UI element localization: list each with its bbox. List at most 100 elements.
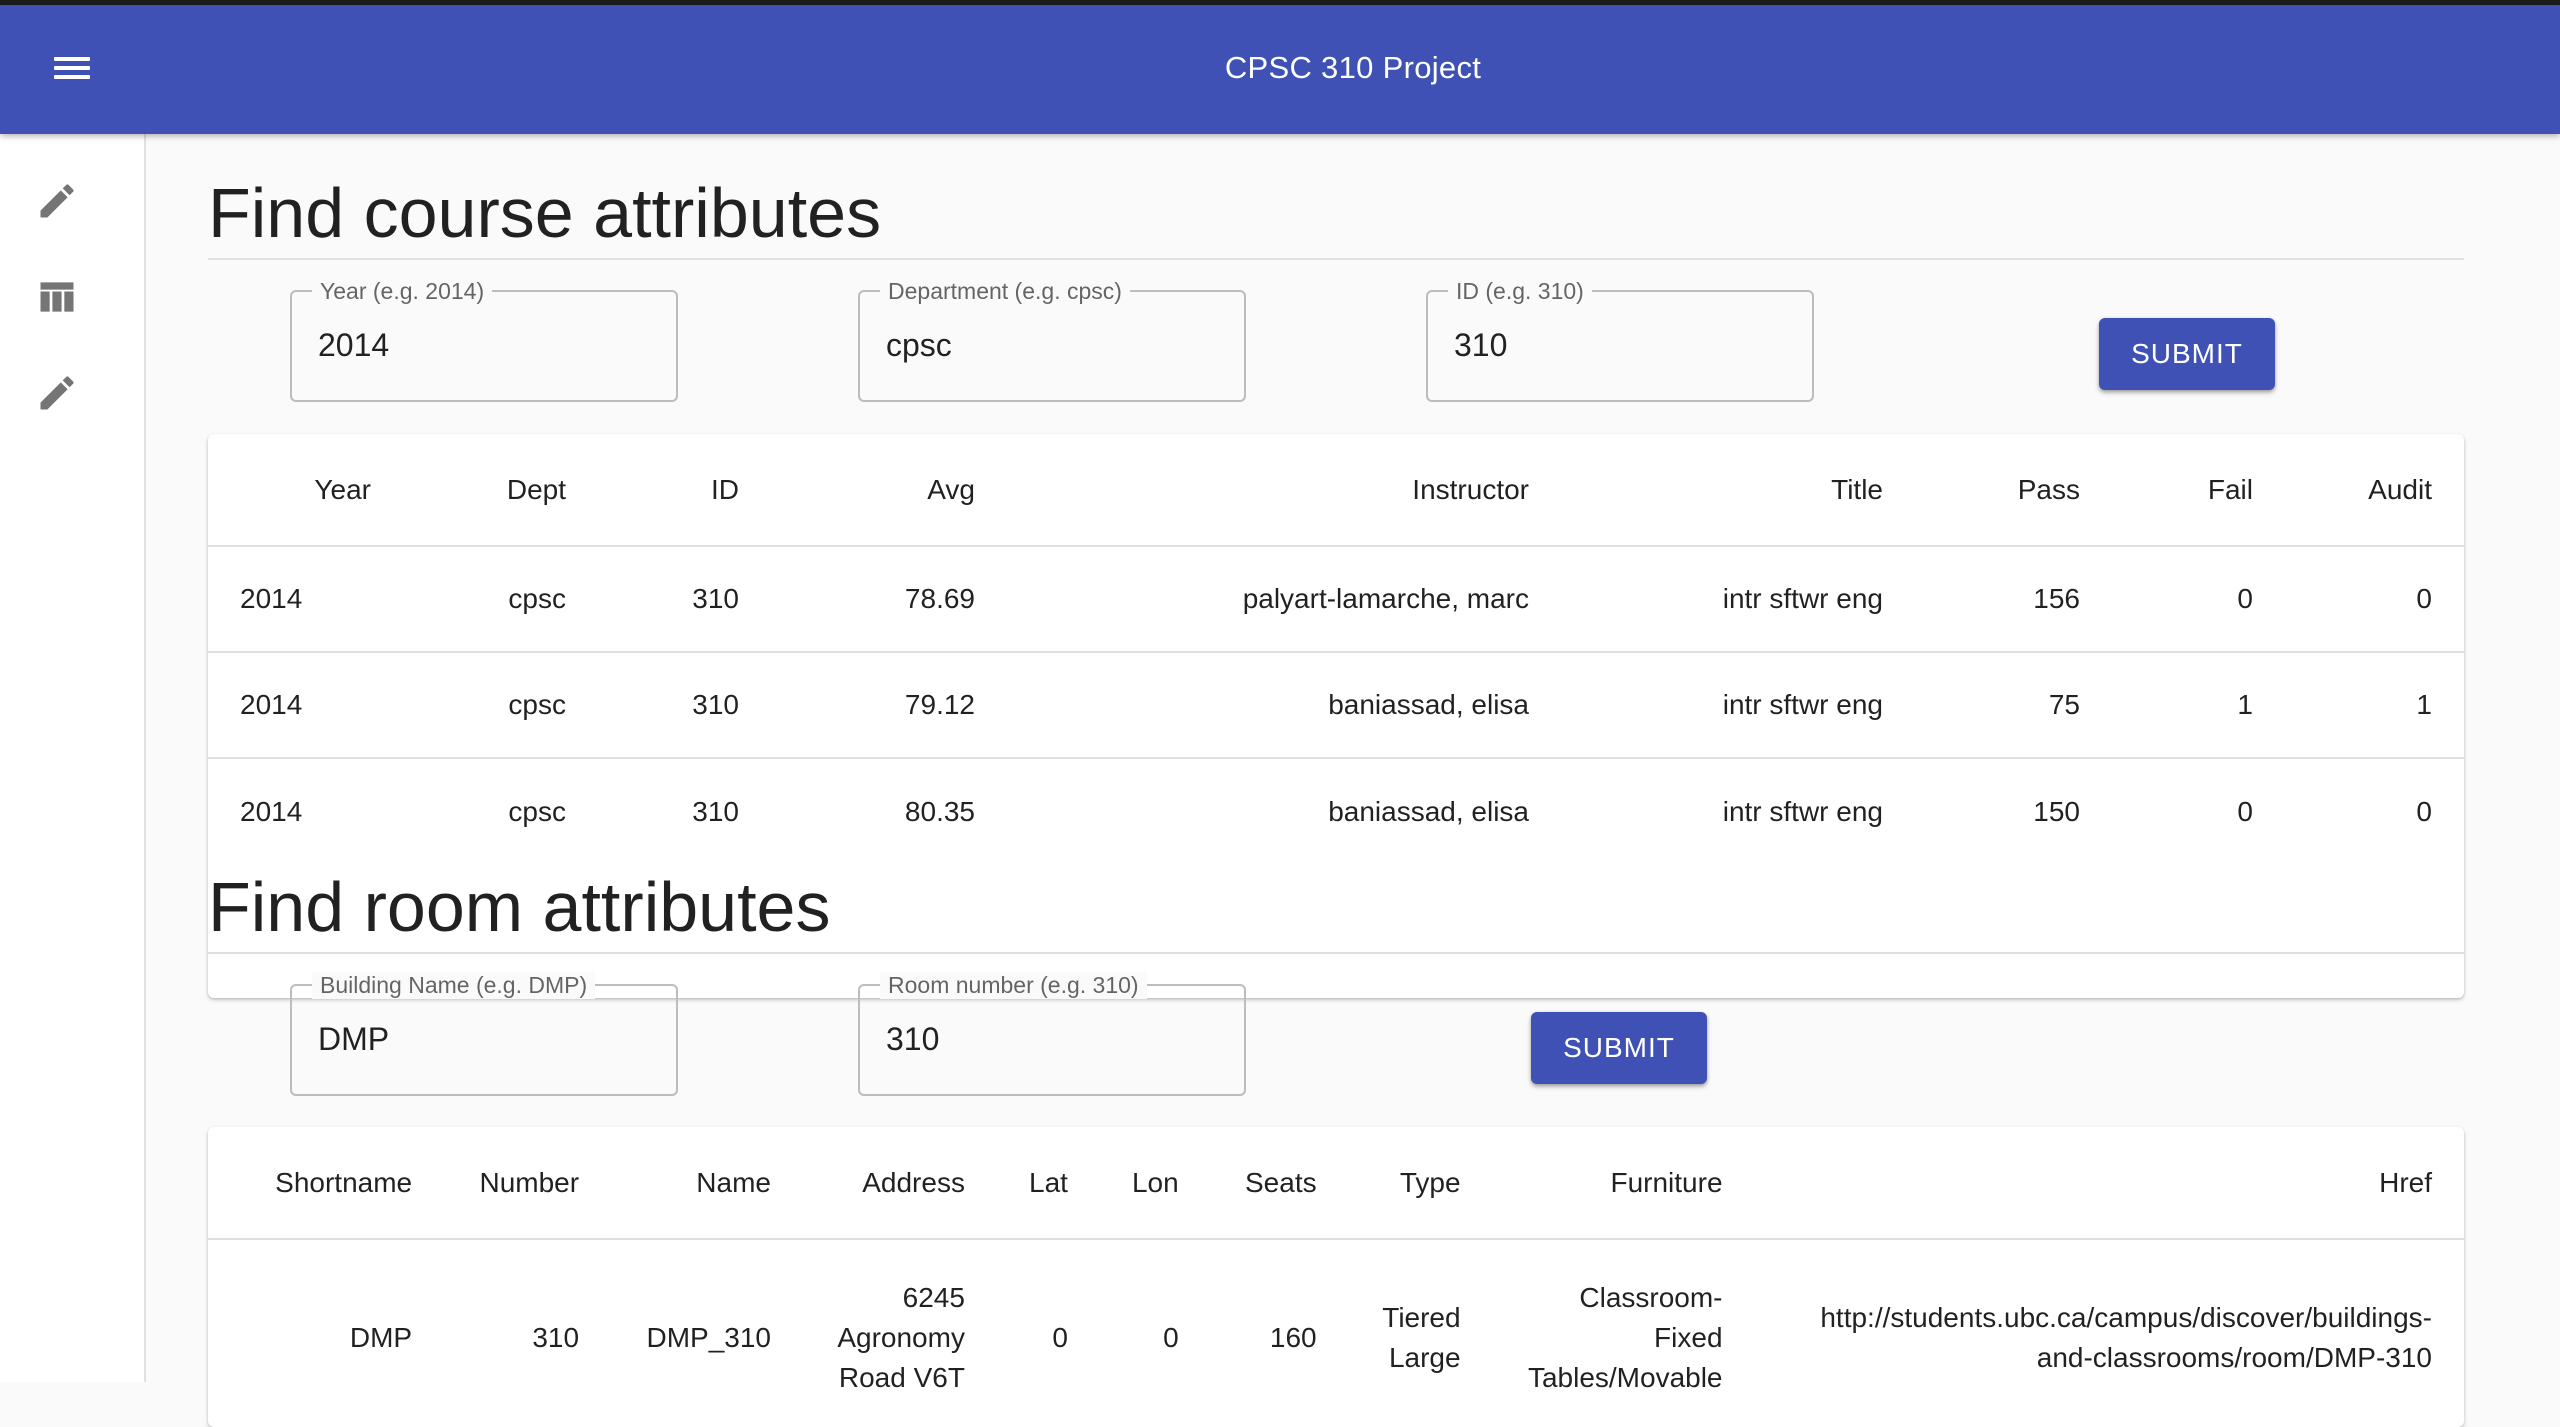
column-header[interactable]: Href [1754,1127,2464,1240]
table-row: 2014 cpsc 310 80.35 baniassad, elisa int… [208,758,2464,864]
building-name-field[interactable]: Building Name (e.g. DMP) [290,972,678,1096]
column-header[interactable]: Fail [2112,434,2285,547]
type-line: Tiered [1382,1302,1461,1333]
table-cell: 0 [1163,1322,1179,1353]
department-input[interactable] [886,322,1216,368]
column-header[interactable]: Dept [403,434,598,547]
pencil-icon[interactable] [30,174,84,228]
table-cell: baniassad, elisa [1328,795,1529,827]
table-cell: 1 [2112,652,2285,759]
year-field[interactable]: Year (e.g. 2014) [290,278,678,402]
column-header[interactable]: ID [598,434,771,547]
table-cell: cpsc [403,546,598,653]
column-header[interactable]: Seats [1210,1127,1349,1240]
table-cell: intr sftwr eng [1722,795,1883,827]
column-header[interactable]: Year [208,434,403,547]
table-cell: http://students.ubc.ca/campus/discover/b… [1755,1239,2464,1427]
table-cell: cpsc [403,652,598,759]
table-cell: 150 [2033,795,2080,827]
table-cell: cpsc [508,795,566,827]
room-number-field-label: Room number (e.g. 310) [880,972,1147,999]
department-field-label: Department (e.g. cpsc) [880,278,1130,305]
side-drawer [0,134,146,1382]
table-cell: 0 [1052,1322,1068,1353]
table-cell: er [208,1239,237,1427]
column-header[interactable]: Title [1561,434,1915,547]
id-field[interactable]: ID (e.g. 310) [1426,278,1814,402]
column-header[interactable]: Lon [1099,1127,1211,1240]
table-cell: 0 [2285,546,2464,653]
table-cell: 1 [2285,652,2464,759]
building-name-input[interactable] [318,1016,648,1062]
building-name-field-label: Building Name (e.g. DMP) [312,972,596,999]
table-cell: Classroom- Fixed Tables/Movable [1493,1239,1755,1427]
table-cell: 6245 Agronomy Road V6T [803,1239,997,1427]
table-cell: 78.69 [771,546,1007,653]
table-cell: baniassad, elisa [1007,652,1561,759]
table-row: 2014 cpsc 310 79.12 baniassad, elisa int… [208,652,2464,759]
table-cell: Tiered Large [1349,1239,1493,1427]
column-header[interactable]: Furniture [1492,1127,1755,1240]
course-section-title: Find course attributes [208,178,2464,260]
address-line: Agronomy [837,1322,965,1353]
table-cell: 79.12 [771,652,1007,759]
table-cell: DMP [349,1322,413,1353]
table-row: er DMP 310 DMP_310 6245 Agronomy Road V6… [208,1239,2464,1427]
room-section-title: Find room attributes [208,872,2464,954]
table-cell: DMP_310 [646,1322,771,1353]
table-cell: 0 [2237,795,2253,827]
year-input[interactable] [318,322,648,368]
column-header[interactable]: ne [208,1127,238,1240]
column-header[interactable]: Instructor [1007,434,1561,547]
year-field-label: Year (e.g. 2014) [312,278,493,305]
table-cell: intr sftwr eng [1561,652,1915,759]
table-cell: 80.35 [904,795,975,827]
table-cell: 310 [692,795,739,827]
href-line: and-classrooms/room/DMP-310 [2036,1342,2432,1373]
column-header[interactable]: Number [444,1127,612,1240]
href-line: http://students.ubc.ca/campus/discover/b… [1820,1302,2432,1333]
department-field[interactable]: Department (e.g. cpsc) [858,278,1246,402]
pencil-icon[interactable] [30,366,84,420]
id-input[interactable] [1454,322,1784,368]
furniture-line: Tables/Movable [1527,1362,1723,1393]
table-cell: 0 [2416,795,2432,827]
table-header-row: ne Shortname Number Name Address Lat Lon… [208,1127,2464,1240]
column-header[interactable]: Audit [2285,434,2464,547]
course-submit-button[interactable]: SUBMIT [2099,318,2275,390]
address-line: Road V6T [838,1362,965,1393]
column-header[interactable]: Avg [771,434,1007,547]
address-line: 6245 [902,1282,965,1313]
column-header[interactable]: Name [611,1127,803,1240]
table-icon[interactable] [30,270,84,324]
table-cell: 2014 [240,795,303,827]
type-line: Large [1388,1342,1461,1373]
table-cell: 310 [598,652,771,759]
table-cell: 0 [2112,546,2285,653]
furniture-line: Fixed [1654,1322,1723,1353]
furniture-line: Classroom- [1579,1282,1723,1313]
room-results-table[interactable]: ne Shortname Number Name Address Lat Lon… [208,1127,2464,1427]
table-cell: 156 [1915,546,2112,653]
column-header[interactable]: Type [1348,1127,1493,1240]
column-header[interactable]: Lat [996,1127,1100,1240]
app-bar: CPSC 310 Project [0,5,2560,134]
room-submit-button[interactable]: SUBMIT [1531,1012,1707,1084]
app-title: CPSC 310 Project [1224,50,1482,85]
table-cell: 75 [1915,652,2112,759]
column-header[interactable]: Pass [1915,434,2112,547]
table-cell: 2014 [208,652,403,759]
table-cell: intr sftwr eng [1561,546,1915,653]
table-header-row: Year Dept ID Avg Instructor Title Pass F… [208,434,2464,547]
table-cell: 310 [532,1322,580,1353]
column-header[interactable]: Address [803,1127,997,1240]
table-cell: 310 [598,546,771,653]
table-cell: 160 [1269,1322,1317,1353]
id-field-label: ID (e.g. 310) [1448,278,1592,305]
room-table-scroll[interactable]: ne Shortname Number Name Address Lat Lon… [208,1127,2464,1427]
table-cell: 2014 [208,546,403,653]
room-number-input[interactable] [886,1016,1216,1062]
room-number-field[interactable]: Room number (e.g. 310) [858,972,1246,1096]
table-cell: palyart-lamarche, marc [1007,546,1561,653]
column-header[interactable]: Shortname [237,1127,445,1240]
